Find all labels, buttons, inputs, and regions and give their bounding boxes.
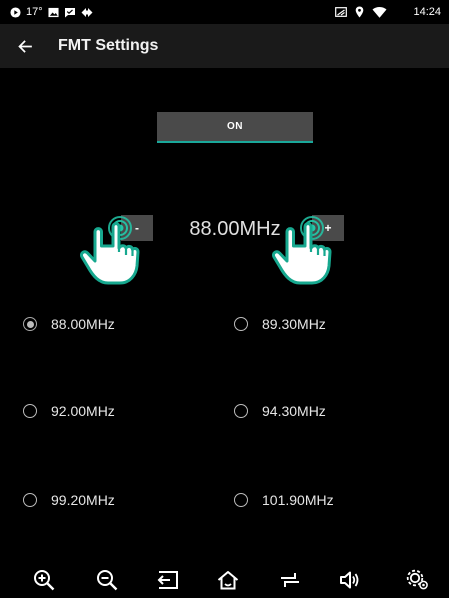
preset-radio-option[interactable]: 94.30MHz [234, 399, 326, 423]
preset-frequency-label: 101.90MHz [262, 492, 334, 508]
volume-icon[interactable] [336, 568, 364, 592]
app-bar: FMT Settings [0, 24, 449, 68]
temperature-text: 17° [26, 6, 43, 18]
back-button[interactable] [6, 24, 44, 68]
preset-frequency-label: 99.20MHz [51, 492, 115, 508]
page-title: FMT Settings [58, 37, 159, 54]
screen-cast-icon [335, 6, 348, 18]
preset-radio-option[interactable]: 88.00MHz [23, 312, 115, 336]
current-frequency: 88.00MHz [189, 218, 281, 240]
home-icon[interactable] [214, 568, 242, 592]
image-icon [48, 7, 59, 18]
back-icon[interactable] [154, 568, 182, 592]
preset-radio-option[interactable]: 89.30MHz [234, 312, 326, 336]
navigation-icon [81, 7, 93, 18]
status-right: 14:24 [335, 0, 441, 24]
preset-radio-option[interactable]: 101.90MHz [234, 488, 334, 512]
preset-frequency-label: 88.00MHz [51, 316, 115, 332]
play-circle-icon [10, 6, 21, 18]
switch-icon[interactable] [276, 568, 304, 592]
bottom-navigation-bar [0, 560, 449, 598]
frequency-increment-button[interactable]: + [312, 215, 344, 241]
frequency-decrement-button[interactable]: - [121, 215, 153, 241]
wifi-icon [372, 6, 387, 18]
radio-button-selected [23, 317, 37, 331]
radio-button [234, 317, 248, 331]
status-left: 17° [10, 0, 93, 24]
radio-button [23, 493, 37, 507]
status-bar: 17° 14:24 [0, 0, 449, 24]
zoom-in-icon[interactable] [30, 568, 58, 592]
arrow-left-icon [18, 39, 32, 53]
status-time: 14:24 [413, 6, 441, 18]
location-icon [355, 6, 364, 18]
preset-frequency-label: 89.30MHz [262, 316, 326, 332]
radio-button [234, 404, 248, 418]
fm-on-toggle-button[interactable]: ON [157, 112, 313, 143]
preset-radio-option[interactable]: 99.20MHz [23, 488, 115, 512]
radio-button [234, 493, 248, 507]
chat-icon [64, 7, 76, 18]
preset-frequency-label: 94.30MHz [262, 403, 326, 419]
radio-button [23, 404, 37, 418]
settings-icon[interactable] [404, 568, 432, 592]
preset-frequency-label: 92.00MHz [51, 403, 115, 419]
zoom-out-icon[interactable] [93, 568, 121, 592]
preset-radio-option[interactable]: 92.00MHz [23, 399, 115, 423]
